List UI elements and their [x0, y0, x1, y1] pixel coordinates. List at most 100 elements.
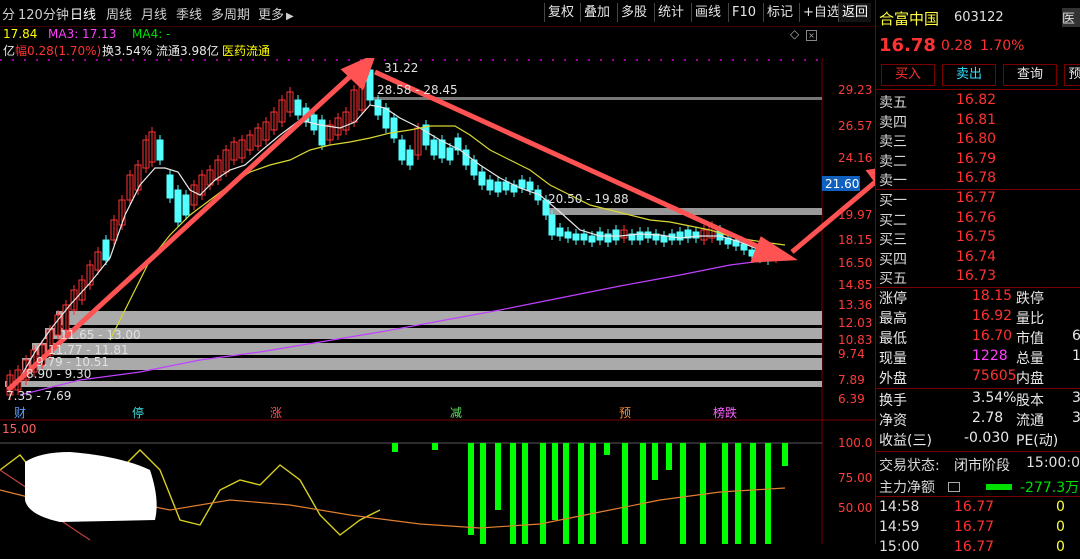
box1-annotation: 11.65 - 13.00 [60, 328, 141, 342]
turnover-info: 换3.54% [102, 44, 153, 58]
stat-value: 1228 [972, 348, 1008, 364]
indicator-tick-label: 50.00 [838, 501, 872, 515]
sell-button[interactable]: 卖出 [942, 64, 996, 86]
mark-button[interactable]: 标记 [763, 3, 796, 22]
stat-label: 最高 [879, 311, 907, 327]
stat-value-2: 6 [1072, 328, 1080, 344]
ma-value-a: 17.84 [3, 27, 38, 41]
stat-label: 现量 [879, 351, 907, 367]
tick-volume: 0 [1056, 519, 1065, 535]
stat-label-2: 股本 [1016, 393, 1044, 409]
bid-row: 买一 16.77 [876, 190, 1080, 210]
tab-quarterly[interactable]: 季线 [176, 4, 202, 23]
ask-row-price: 16.80 [956, 131, 997, 147]
sector-tag[interactable]: 医 [1062, 8, 1080, 27]
price-change: 0.28 [941, 38, 973, 54]
range-box-1 [56, 311, 822, 325]
bid-row: 买五 16.73 [876, 268, 1080, 288]
stat-label-2: 总量 [1016, 351, 1044, 367]
stat-value: 16.70 [972, 328, 1013, 344]
f10-button[interactable]: F10 [728, 3, 759, 22]
marker-rise: 涨 [270, 405, 282, 420]
range-box-low [5, 381, 822, 387]
price-tick-label: 7.89 [838, 373, 865, 387]
indicator-bar [722, 443, 728, 544]
statistics-button[interactable]: 统计 [654, 3, 687, 22]
indicator-bar [652, 443, 658, 480]
stat-label: 净资 [879, 413, 907, 429]
stat-label-2: 跌停 [1016, 291, 1044, 307]
tab-minute[interactable]: 分 [2, 4, 15, 23]
ma-info-line: 17.84 MA3: 17.13 MA4: - ◇ × [0, 27, 840, 43]
stat-label-2: 内盘 [1016, 371, 1044, 387]
stat-value: 18.15 [972, 288, 1013, 304]
candlestick-chart[interactable]: 31.22 28.58 - 28.45 20.50 - 19.88 11.65 … [0, 58, 875, 544]
range2-annotation: 20.50 - 19.88 [548, 192, 629, 206]
marker-halt: 停 [132, 405, 144, 420]
stock-info-line: 亿 幅0.28(1.70%) 换3.54% 流通3.98亿 医药流通 [0, 42, 840, 58]
indicator-bar [782, 443, 788, 466]
stock-name: 合富中国 [879, 10, 940, 28]
unit-label: 亿 [3, 44, 16, 58]
tick-time: 14:58 [879, 499, 920, 515]
indicator-bar [495, 443, 501, 510]
range-box-4 [22, 358, 822, 370]
tab-more[interactable]: 更多 ▶ [258, 4, 294, 23]
stat-value-2: 1 [1072, 348, 1080, 364]
tick-price: 16.77 [954, 539, 995, 555]
tick-row: 15:00 16.77 0 [876, 539, 1080, 559]
stat-label: 换手 [879, 393, 907, 409]
overlay-button[interactable]: 叠加 [580, 3, 613, 22]
bars-icon[interactable] [948, 482, 960, 492]
adjust-button[interactable]: 复权 [544, 3, 577, 22]
high-annotation: 31.22 [384, 61, 418, 75]
ask-row: 卖一 16.78 [876, 170, 1080, 190]
more-button[interactable]: 预 [1064, 64, 1080, 86]
tab-multi-period[interactable]: 多周期 [211, 4, 250, 23]
close-icon[interactable]: × [806, 30, 817, 41]
price-tick-label: 13.36 [838, 298, 872, 312]
ask-row: 卖二 16.79 [876, 151, 1080, 171]
indicator-bar [468, 443, 474, 535]
multi-stock-button[interactable]: 多股 [617, 3, 650, 22]
draw-line-button[interactable]: 画线 [691, 3, 724, 22]
marker-list: 榜跌 [713, 405, 737, 420]
price-tick-label: 19.97 [838, 208, 872, 222]
marker-finance: 财 [14, 406, 26, 420]
buy-button[interactable]: 买入 [881, 64, 935, 86]
stat-label-2: 流通 [1016, 413, 1044, 429]
trade-status-label: 交易状态: [879, 458, 940, 474]
stat-value: -0.030 [964, 430, 1010, 446]
tab-more-label: 更多 [258, 8, 285, 23]
tick-time: 14:59 [879, 519, 920, 535]
query-button[interactable]: 查询 [1003, 64, 1057, 86]
add-watchlist-button[interactable]: +自选 [799, 3, 843, 22]
stat-row: 外盘 75605 内盘 [876, 368, 1080, 388]
price-tick-label: 14.85 [838, 278, 872, 292]
current-price: 16.78 [879, 35, 936, 56]
tab-weekly[interactable]: 周线 [106, 4, 132, 23]
price-change-pct: 1.70% [980, 38, 1025, 54]
ask-row-label: 卖一 [879, 173, 907, 189]
float-info: 流通3.98亿 [156, 44, 219, 58]
tick-time: 15:00 [879, 539, 920, 555]
price-tick-label: 6.39 [838, 392, 865, 406]
trade-status-row: 交易状态: 闭市阶段 15:00:02 [876, 455, 1080, 475]
indicator-label: 15.00 [2, 422, 36, 436]
back-button[interactable]: 返回 [838, 3, 872, 22]
trade-status-value: 闭市阶段 [954, 458, 1010, 474]
stat-value-2: 3 [1072, 410, 1080, 426]
indicator-bar [540, 443, 546, 544]
ask-row-label: 卖四 [879, 114, 907, 131]
indicator-bar [765, 443, 771, 544]
diamond-icon[interactable]: ◇ [790, 27, 799, 41]
tab-daily[interactable]: 日线 [70, 4, 96, 23]
change-info: 幅0.28(1.70%) [15, 44, 102, 58]
stat-row: 净资 2.78 流通 3 [876, 410, 1080, 430]
price-tick-label: 16.50 [838, 256, 872, 270]
tab-120min[interactable]: 120分钟 [18, 4, 69, 23]
stat-row: 最低 16.70 市值 6 [876, 328, 1080, 348]
tab-monthly[interactable]: 月线 [141, 4, 167, 23]
ask-row-label: 卖三 [879, 134, 907, 150]
stat-row: 换手 3.54% 股本 3 [876, 390, 1080, 410]
